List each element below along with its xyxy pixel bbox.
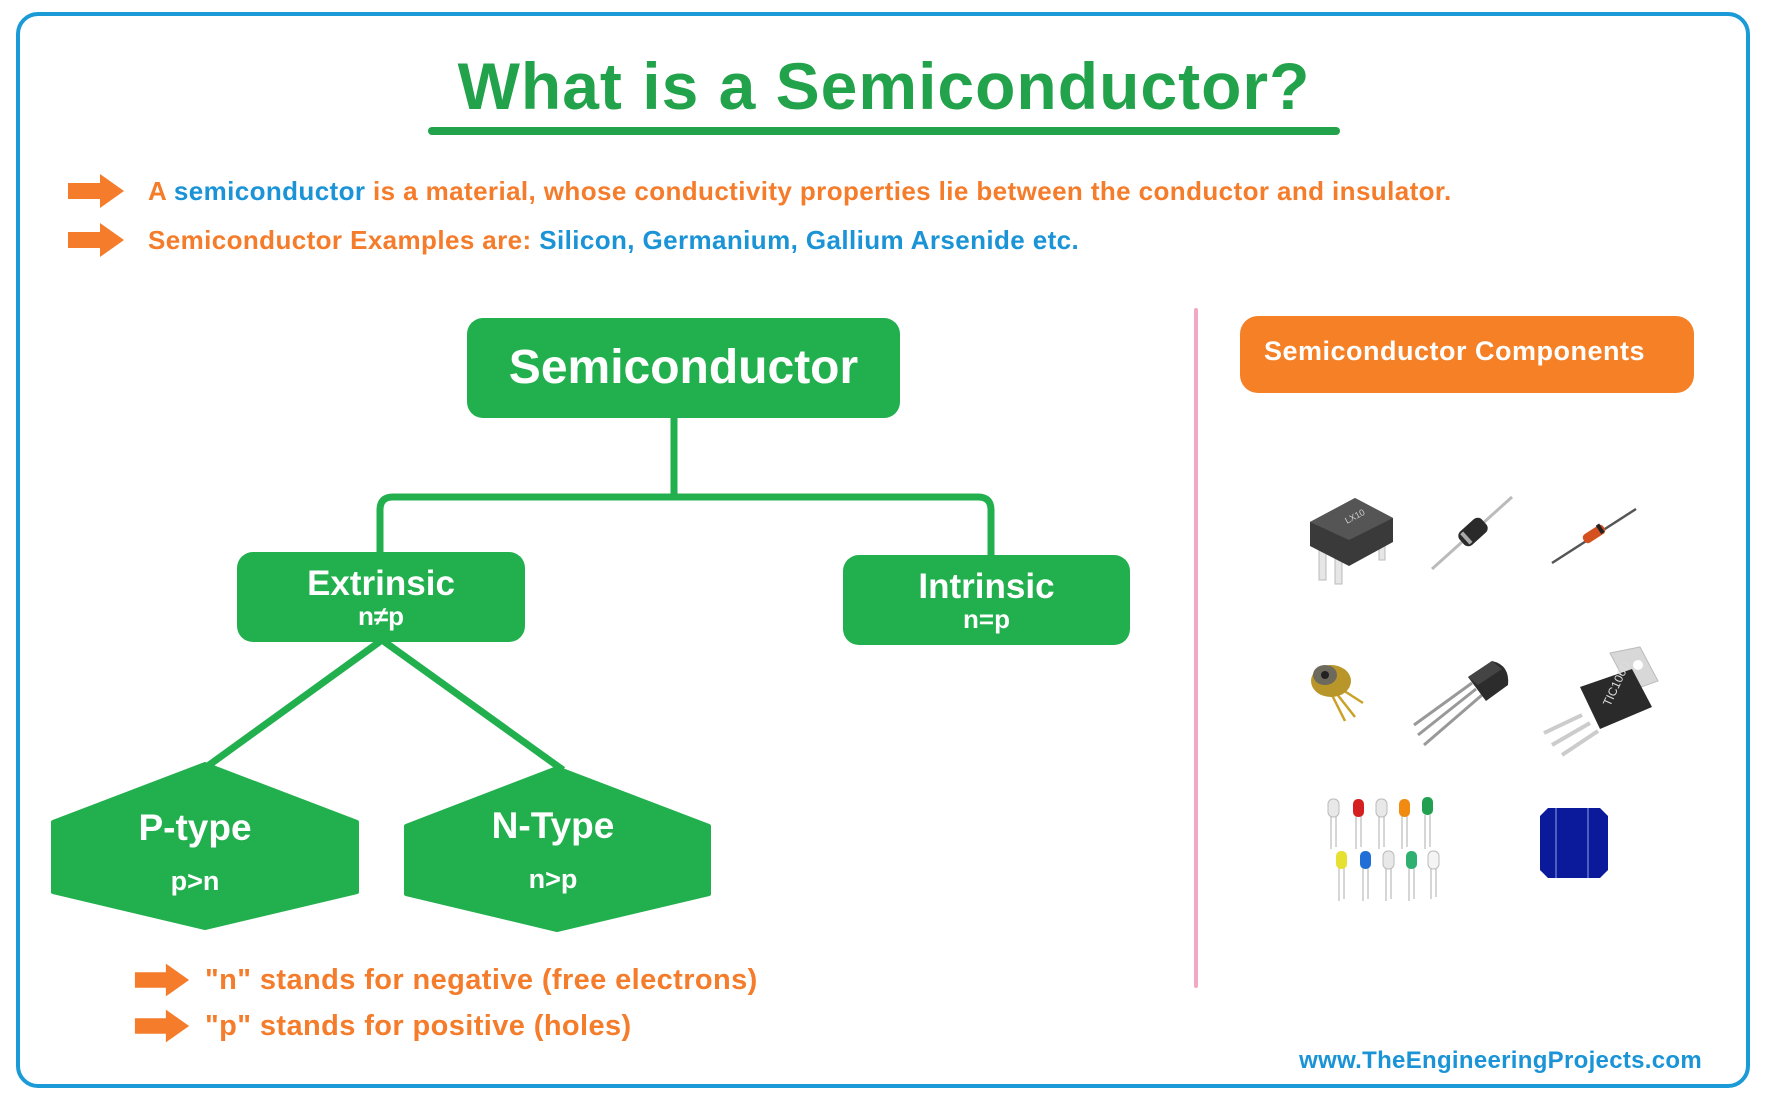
footer-url-link[interactable]: www.TheEngineeringProjects.com <box>1299 1047 1702 1075</box>
examples-bullet: Semiconductor Examples are: Silicon, Ger… <box>66 222 1079 258</box>
diode-icon <box>1430 495 1514 571</box>
n-type-title: N-Type <box>491 805 615 846</box>
arrow-right-icon <box>68 223 124 257</box>
led-set-icon <box>1327 797 1440 901</box>
intrinsic-relation: n=p <box>963 604 1010 634</box>
components-heading: Semiconductor Components <box>1240 316 1694 393</box>
arrow-right-icon <box>68 174 124 208</box>
p-definition-bullet: "p" stands for positive (holes) <box>133 1008 632 1044</box>
section-divider <box>1194 308 1198 988</box>
zener-diode-icon <box>1551 507 1637 565</box>
arrow-right-icon <box>134 1009 190 1043</box>
extrinsic-relation: n≠p <box>357 601 405 631</box>
extrinsic-node: Extrinsic n≠p <box>237 552 525 642</box>
n-definition-bullet: "n" stands for negative (free electrons) <box>133 962 758 998</box>
solar-cell-icon <box>1540 808 1608 878</box>
semiconductor-node: Semiconductor <box>467 318 900 418</box>
intrinsic-title: Intrinsic <box>918 567 1055 606</box>
title-underline <box>428 127 1340 135</box>
laser-diode-icon <box>1311 665 1364 722</box>
p-definition-text: "p" stands for positive (holes) <box>205 1009 632 1042</box>
p-type-title: P-type <box>138 807 252 848</box>
optocoupler-icon: LX10 <box>1310 498 1393 585</box>
definition-part-1: A <box>148 175 174 206</box>
examples-list: Silicon, Germanium, Gallium Arsenide etc… <box>539 224 1080 255</box>
n-type-node: N-Type n>p <box>448 805 658 895</box>
definition-bullet: A semiconductor is a material, whose con… <box>66 173 1452 209</box>
arrow-right-icon <box>134 963 190 997</box>
transistor-icon <box>1413 661 1509 747</box>
intrinsic-node: Intrinsic n=p <box>843 555 1130 645</box>
thyristor-icon: TIC106D <box>1543 646 1659 757</box>
page-title: What is a Semiconductor? <box>457 49 1311 123</box>
definition-keyword: semiconductor <box>173 175 366 206</box>
examples-label: Semiconductor Examples are: <box>148 224 540 255</box>
extrinsic-title: Extrinsic <box>307 564 455 603</box>
n-type-relation: n>p <box>528 864 578 894</box>
definition-part-2: is a material, whose conductivity proper… <box>365 175 1452 206</box>
p-type-node: P-type p>n <box>90 807 300 897</box>
n-definition-text: "n" stands for negative (free electrons) <box>205 963 758 996</box>
p-type-relation: p>n <box>170 866 220 896</box>
